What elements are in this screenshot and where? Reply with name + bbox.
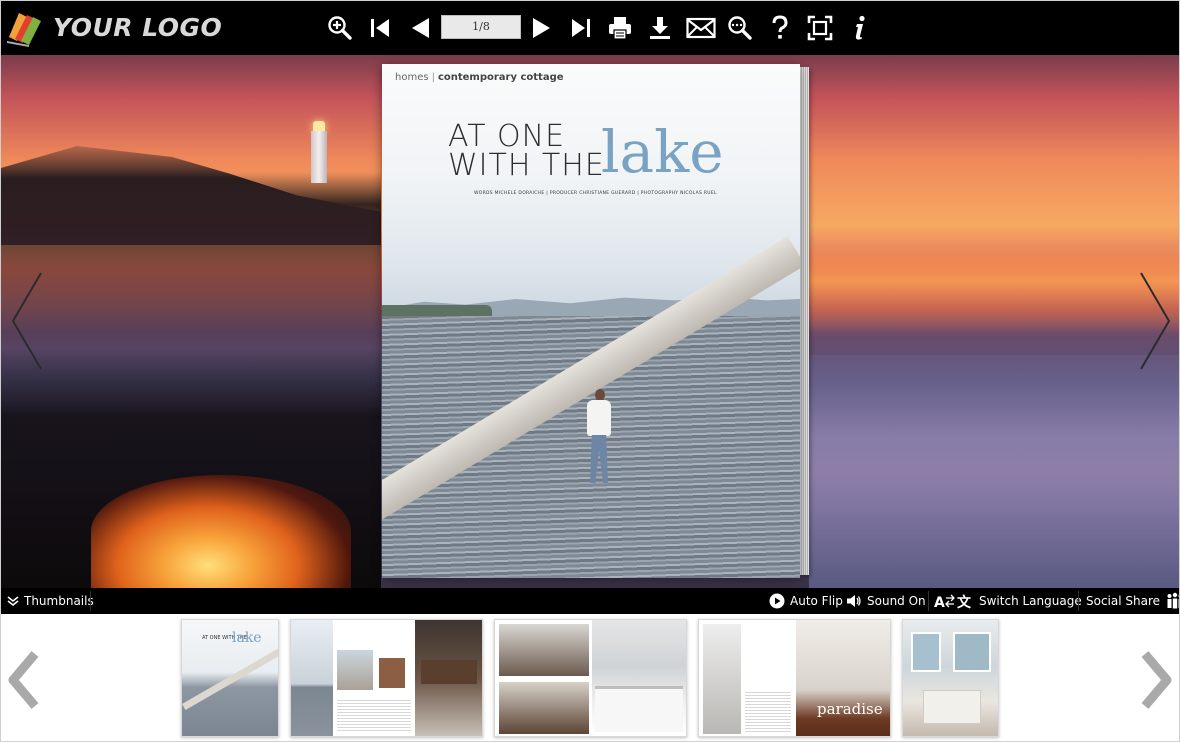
divider — [928, 591, 929, 611]
share-people-icon — [1166, 592, 1179, 610]
background-lava-glow — [91, 475, 351, 588]
fullscreen-icon — [807, 15, 833, 41]
thumbnail-1-accent: lake — [232, 630, 262, 646]
double-chevron-down-icon — [7, 595, 19, 607]
thumbnails-label: Thumbnails — [24, 594, 94, 608]
page-number-input[interactable]: 1/8 — [441, 15, 521, 39]
search-button[interactable] — [722, 10, 758, 46]
auto-flip-label: Auto Flip — [790, 594, 843, 608]
download-button[interactable] — [642, 10, 678, 46]
background-sea — [809, 355, 1179, 588]
page-photo-person — [582, 389, 618, 489]
thumbnail-pages-6-7[interactable]: paradise — [698, 619, 891, 737]
chevron-left-icon — [8, 651, 39, 709]
sound-label: Sound On — [867, 594, 926, 608]
top-toolbar: YOUR LOGO 1/8 — [1, 1, 1179, 55]
thumbnail-page-1[interactable]: AT ONE WITH THE lake — [181, 619, 279, 737]
switch-language-label: Switch Language — [979, 594, 1082, 608]
previous-page-button[interactable] — [402, 10, 438, 46]
email-icon — [686, 17, 716, 39]
logo: YOUR LOGO — [5, 7, 222, 47]
first-page-button[interactable] — [362, 10, 398, 46]
book-page[interactable]: homes | contemporary cottage AT ONE WITH T… — [382, 64, 800, 578]
thumbnail-strip: AT ONE WITH THE lake paradise — [1, 614, 1179, 741]
stage-prev-arrow[interactable] — [7, 271, 47, 371]
lighthouse-image — [307, 119, 331, 183]
bottom-bar: Thumbnails Auto Flip Sound On A 文 Switch… — [1, 588, 1179, 614]
play-icon — [769, 593, 785, 609]
logo-book-icon — [5, 7, 45, 47]
svg-text:文: 文 — [957, 594, 972, 609]
search-icon — [728, 16, 752, 40]
zoom-in-button[interactable] — [322, 10, 358, 46]
chevron-right-icon — [1141, 651, 1172, 709]
fullscreen-button[interactable] — [802, 10, 838, 46]
help-icon — [772, 15, 788, 39]
sound-toggle[interactable]: Sound On — [846, 588, 926, 614]
print-button[interactable] — [602, 10, 638, 46]
page-section-header: homes | contemporary cottage — [395, 72, 564, 83]
email-button[interactable] — [683, 10, 719, 46]
info-button[interactable] — [842, 10, 878, 46]
thumbnail-pages-2-3[interactable] — [290, 619, 483, 737]
book-page-edges — [800, 67, 809, 575]
headline-line-2: WITH THE — [448, 148, 605, 183]
last-page-button[interactable] — [563, 10, 599, 46]
divider — [90, 591, 91, 611]
social-share-label: Social Share — [1086, 594, 1161, 608]
svg-text:A: A — [934, 595, 945, 609]
next-page-button[interactable] — [524, 10, 560, 46]
flipbook-viewer: YOUR LOGO 1/8 homes | contemporary cotta… — [0, 0, 1180, 742]
social-share-button[interactable]: Social Share — [1086, 588, 1179, 614]
info-icon — [855, 15, 865, 40]
thumbnails-toggle[interactable]: Thumbnails — [7, 588, 94, 614]
chevron-left-icon — [11, 272, 42, 370]
headline-accent: lake — [601, 118, 724, 186]
switch-language-button[interactable]: A 文 Switch Language — [934, 588, 1082, 614]
thumbnail-pages-4-5[interactable] — [494, 619, 687, 737]
logo-text: YOUR LOGO — [53, 12, 223, 42]
thumbnail-4-accent: paradise — [817, 700, 883, 718]
last-page-icon — [572, 19, 590, 37]
download-icon — [650, 17, 670, 39]
page-section: homes — [395, 72, 429, 83]
first-page-icon — [371, 19, 389, 37]
auto-flip-button[interactable]: Auto Flip — [769, 588, 843, 614]
previous-page-icon — [412, 18, 429, 38]
zoom-in-icon — [328, 16, 352, 40]
background-sunset-glow — [809, 245, 1179, 335]
next-page-icon — [533, 18, 550, 38]
book-stage: homes | contemporary cottage AT ONE WITH T… — [1, 55, 1179, 588]
help-button[interactable] — [762, 10, 798, 46]
thumbnails-next-button[interactable] — [1135, 650, 1175, 710]
page-topic: contemporary cottage — [437, 72, 564, 83]
chevron-right-icon — [1140, 272, 1171, 370]
divider — [1078, 591, 1079, 611]
thumbnail-page-8[interactable] — [902, 619, 999, 737]
page-headline: AT ONE WITH THE lake — [448, 122, 724, 183]
thumbnails-prev-button[interactable] — [5, 650, 45, 710]
page-credits: WORDS MICHELE DORAICHE | PRODUCER CHRIST… — [474, 191, 717, 196]
print-icon — [609, 17, 631, 40]
speaker-icon — [846, 593, 862, 609]
stage-next-arrow[interactable] — [1135, 271, 1175, 371]
translate-icon: A 文 — [934, 593, 974, 609]
